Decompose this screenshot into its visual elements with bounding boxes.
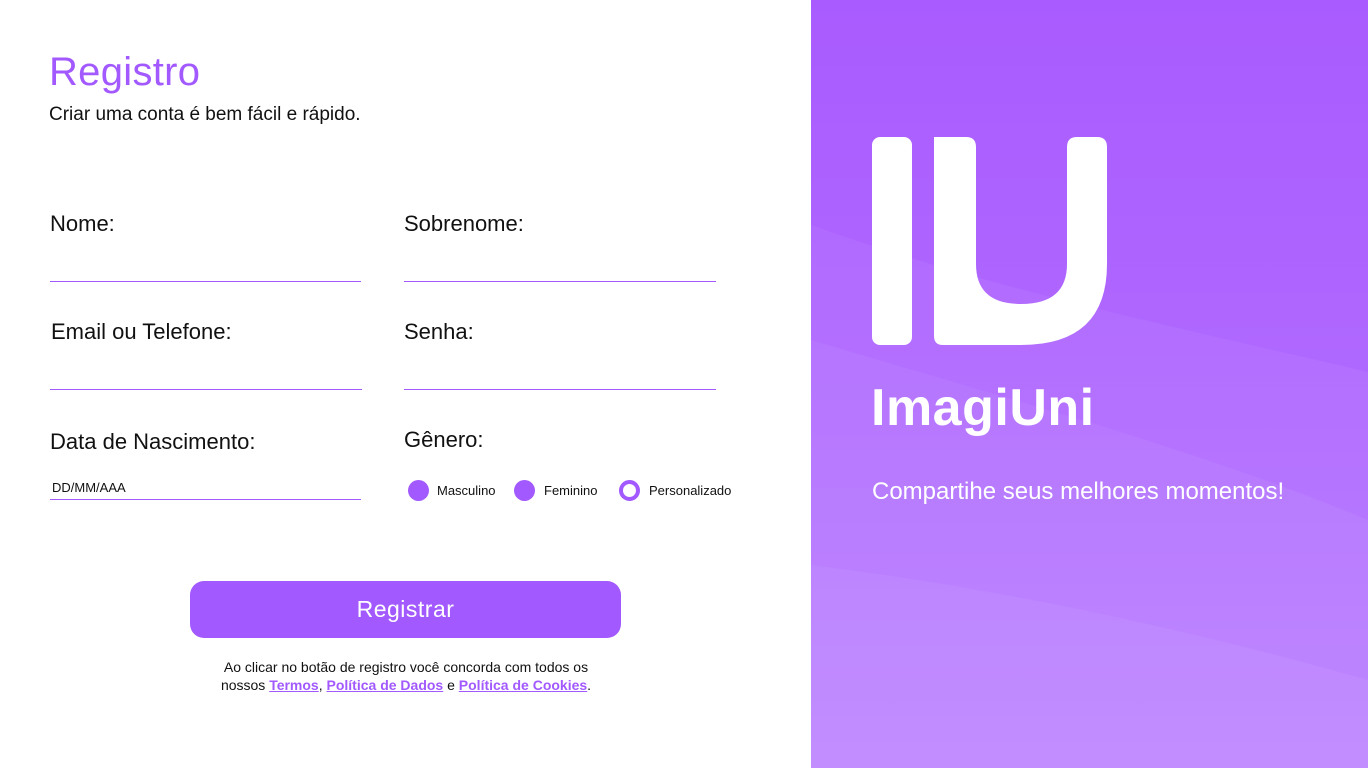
brand-panel: ImagiUni Compartihe seus melhores moment… [811, 0, 1368, 768]
email-input[interactable] [50, 389, 362, 390]
data-policy-link[interactable]: Política de Dados [327, 677, 444, 693]
brand-tagline: Compartihe seus melhores momentos! [872, 478, 1285, 505]
page-title: Registro [49, 50, 201, 94]
email-label: Email ou Telefone: [51, 319, 232, 344]
sobrenome-label: Sobrenome: [404, 211, 524, 236]
nascimento-label: Data de Nascimento: [50, 429, 256, 454]
registration-panel: Registro Criar uma conta é bem fácil e r… [0, 0, 811, 768]
cookie-policy-link[interactable]: Política de Cookies [459, 677, 587, 693]
page-subtitle: Criar uma conta é bem fácil e rápido. [49, 104, 361, 125]
terms-notice: Ao clicar no botão de registro você conc… [180, 658, 632, 694]
nome-input[interactable] [50, 281, 361, 282]
brand-name: ImagiUni [871, 379, 1095, 437]
senha-input[interactable] [404, 389, 716, 390]
terms-period: . [587, 677, 592, 693]
terms-and: e [447, 677, 455, 693]
terms-comma: , [318, 677, 323, 693]
radio-feminino-label[interactable]: Feminino [544, 483, 597, 498]
genero-label: Gênero: [404, 427, 484, 452]
registrar-button[interactable]: Registrar [190, 581, 621, 638]
nascimento-input-value[interactable]: DD/MM/AAA [52, 480, 126, 495]
radio-masculino-label[interactable]: Masculino [437, 483, 496, 498]
radio-personalizado-label[interactable]: Personalizado [649, 483, 731, 498]
nome-label: Nome: [50, 211, 115, 236]
terms-prefix: nossos [220, 677, 266, 693]
terms-line1: Ao clicar no botão de registro você conc… [223, 659, 589, 675]
radio-personalizado[interactable] [619, 480, 640, 501]
radio-feminino[interactable] [514, 480, 535, 501]
nascimento-input[interactable] [50, 499, 361, 500]
sobrenome-input[interactable] [404, 281, 716, 282]
iu-logo-icon [872, 137, 1107, 345]
terms-link[interactable]: Termos [269, 677, 319, 693]
radio-masculino[interactable] [408, 480, 429, 501]
senha-label: Senha: [404, 319, 474, 344]
